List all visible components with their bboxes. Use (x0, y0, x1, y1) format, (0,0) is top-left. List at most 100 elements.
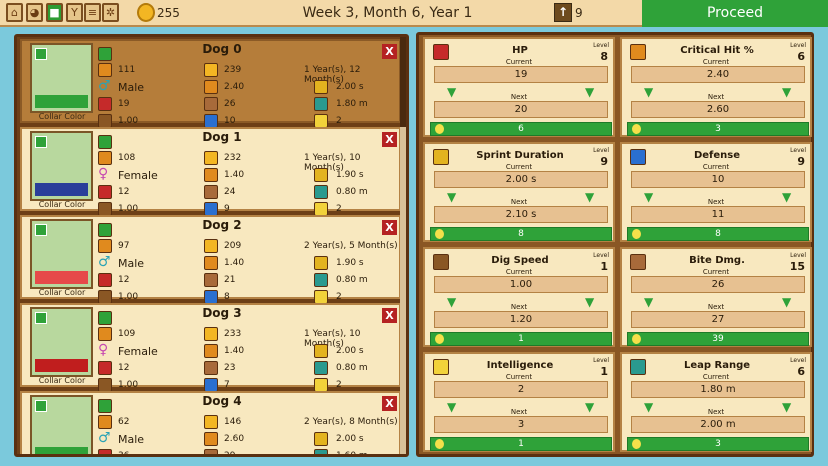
dog-portrait[interactable] (30, 395, 93, 454)
next-label: Next (510, 303, 528, 311)
crit-value: 1.40 (224, 170, 245, 180)
next-label: Next (707, 198, 725, 206)
heart-icon (98, 449, 112, 454)
lightbulb-icon (314, 378, 328, 392)
stat-card: Critical Hit % Level 6 Current 2.40 ▼ ▼ Next 2.6… (620, 37, 812, 137)
upgrade-button[interactable]: 1 (430, 437, 612, 451)
crit-value: 2.40 (224, 82, 245, 92)
list-icon[interactable]: ≡ (84, 3, 101, 22)
coins-value: 209 (224, 241, 242, 251)
current-value: 26 (631, 276, 805, 293)
dog-portrait[interactable] (30, 307, 93, 377)
upgrade-button[interactable]: 3 (627, 122, 809, 136)
dog-age: 2 Year(s), 5 Month(s) (304, 241, 398, 251)
upgrade-button[interactable]: 6 (430, 122, 612, 136)
gender-label: Male (118, 433, 145, 446)
dog-list-scrollbar[interactable] (400, 37, 406, 454)
current-value: 19 (434, 66, 608, 83)
tag-icon (35, 224, 47, 236)
shovel-icon (98, 202, 112, 216)
dog-list[interactable]: Collar Color Dog 0 X ♂ 111 Male 19 1.00 239 2.40 2… (17, 37, 401, 457)
next-label: Next (510, 408, 528, 416)
upgrade-button[interactable]: 3 (627, 437, 809, 451)
coin-icon (204, 63, 218, 77)
dog-name: Dog 1 (202, 130, 242, 144)
next-value: 2.10 s (434, 206, 608, 223)
upgrade-cost: 8 (715, 229, 721, 239)
close-button[interactable]: X (382, 308, 397, 323)
trophy-icon[interactable]: Y (66, 3, 83, 22)
lightbulb-icon (314, 290, 328, 304)
close-button[interactable]: X (382, 396, 397, 411)
hp-value: 12 (118, 275, 130, 285)
dig-value: 1.00 (118, 292, 139, 302)
current-label: Current (702, 268, 730, 276)
stat-card: Leap Range Level 6 Current 1.80 m ▼ ▼ Next 2.00 … (620, 352, 812, 452)
heart-icon (98, 361, 112, 375)
crit-star-icon (204, 432, 218, 446)
gear-icon[interactable]: ✲ (102, 3, 119, 22)
male-icon: ♂ (98, 430, 111, 446)
dog-portrait[interactable] (30, 43, 93, 113)
current-label: Current (505, 163, 533, 171)
stat-title: Sprint Duration (476, 150, 564, 161)
shovel-icon (98, 378, 112, 392)
tag-small-icon (98, 47, 112, 61)
dog-face-icon[interactable]: ◕ (26, 3, 43, 22)
dog-portrait[interactable] (30, 219, 93, 289)
current-value: 1.00 (434, 276, 608, 293)
crit-value: 1.40 (224, 346, 245, 356)
lightbulb-icon (314, 202, 328, 216)
close-button[interactable]: X (382, 132, 397, 147)
next-value: 11 (631, 206, 805, 223)
scroll-thumb[interactable] (400, 37, 406, 127)
close-button[interactable]: X (382, 220, 397, 235)
stat-card: Bite Dmg. Level 15 Current 26 ▼ ▼ Next 27 39 (620, 247, 812, 347)
dog-card[interactable]: Collar Color Dog 0 X ♂ 111 Male 19 1.00 239 2.40 2… (20, 39, 401, 128)
dog-list-panel: Collar Color Dog 0 X ♂ 111 Male 19 1.00 239 2.40 2… (14, 34, 409, 457)
sprint-value: 1.90 s (336, 258, 364, 268)
upgrade-cost: 3 (715, 439, 721, 449)
lightbulb-icon (632, 124, 641, 134)
upgrade-button[interactable]: 8 (430, 227, 612, 241)
leap-value: 1.60 m (336, 451, 368, 457)
dog-card[interactable]: Collar ColorDog 4X♂62Male361462.60292 Ye… (20, 391, 401, 457)
stat-card: Sprint Duration Level 9 Current 2.00 s ▼ ▼ Next… (423, 142, 615, 242)
stat-value: 109 (118, 329, 136, 339)
proceed-button[interactable]: Proceed (642, 0, 828, 27)
upgrade-cost: 1 (518, 439, 524, 449)
dog-portrait[interactable] (30, 131, 93, 201)
sprint-value: 2.00 s (336, 434, 364, 444)
male-icon: ♂ (98, 254, 111, 270)
lightbulb-icon (435, 334, 444, 344)
tag-small-icon (98, 399, 112, 413)
dog-card[interactable]: Collar Color Dog 1 X ♀ 108 Female 12 1.00 232 1.4… (20, 127, 401, 216)
grid-icon[interactable]: ■ (46, 3, 63, 22)
defense-value: 9 (224, 204, 230, 214)
close-button[interactable]: X (382, 44, 397, 59)
tag-small-icon (98, 223, 112, 237)
crit-star-icon (204, 344, 218, 358)
sprint-value: 2.00 s (336, 82, 364, 92)
next-value: 3 (434, 416, 608, 433)
current-value: 2.00 s (434, 171, 608, 188)
next-value: 2.00 m (631, 416, 805, 433)
upgrade-button[interactable]: 39 (627, 332, 809, 346)
int-value: 2 (336, 292, 342, 302)
fox-icon (98, 415, 112, 429)
int-value: 2 (336, 380, 342, 390)
upgrade-button[interactable]: 8 (627, 227, 809, 241)
current-value: 2.40 (631, 66, 805, 83)
dog-card[interactable]: Collar Color Dog 2 X ♂ 97 Male 12 1.00 209 1.40 21… (20, 215, 401, 304)
coin-icon (204, 415, 218, 429)
female-icon: ♀ (98, 166, 109, 182)
sprint-chevrons-icon (314, 432, 328, 446)
dog-card[interactable]: Collar Color Dog 3 X ♀ 109 Female 12 1.00 233 1.4… (20, 303, 401, 392)
current-label: Current (505, 373, 533, 381)
home-icon[interactable]: ⌂ (6, 3, 23, 22)
collar-color-label: Collar Color (38, 376, 86, 385)
upgrade-button[interactable]: 1 (430, 332, 612, 346)
fox-icon (98, 63, 112, 77)
leap-value: 0.80 m (336, 275, 368, 285)
dog-name: Dog 4 (202, 394, 242, 408)
